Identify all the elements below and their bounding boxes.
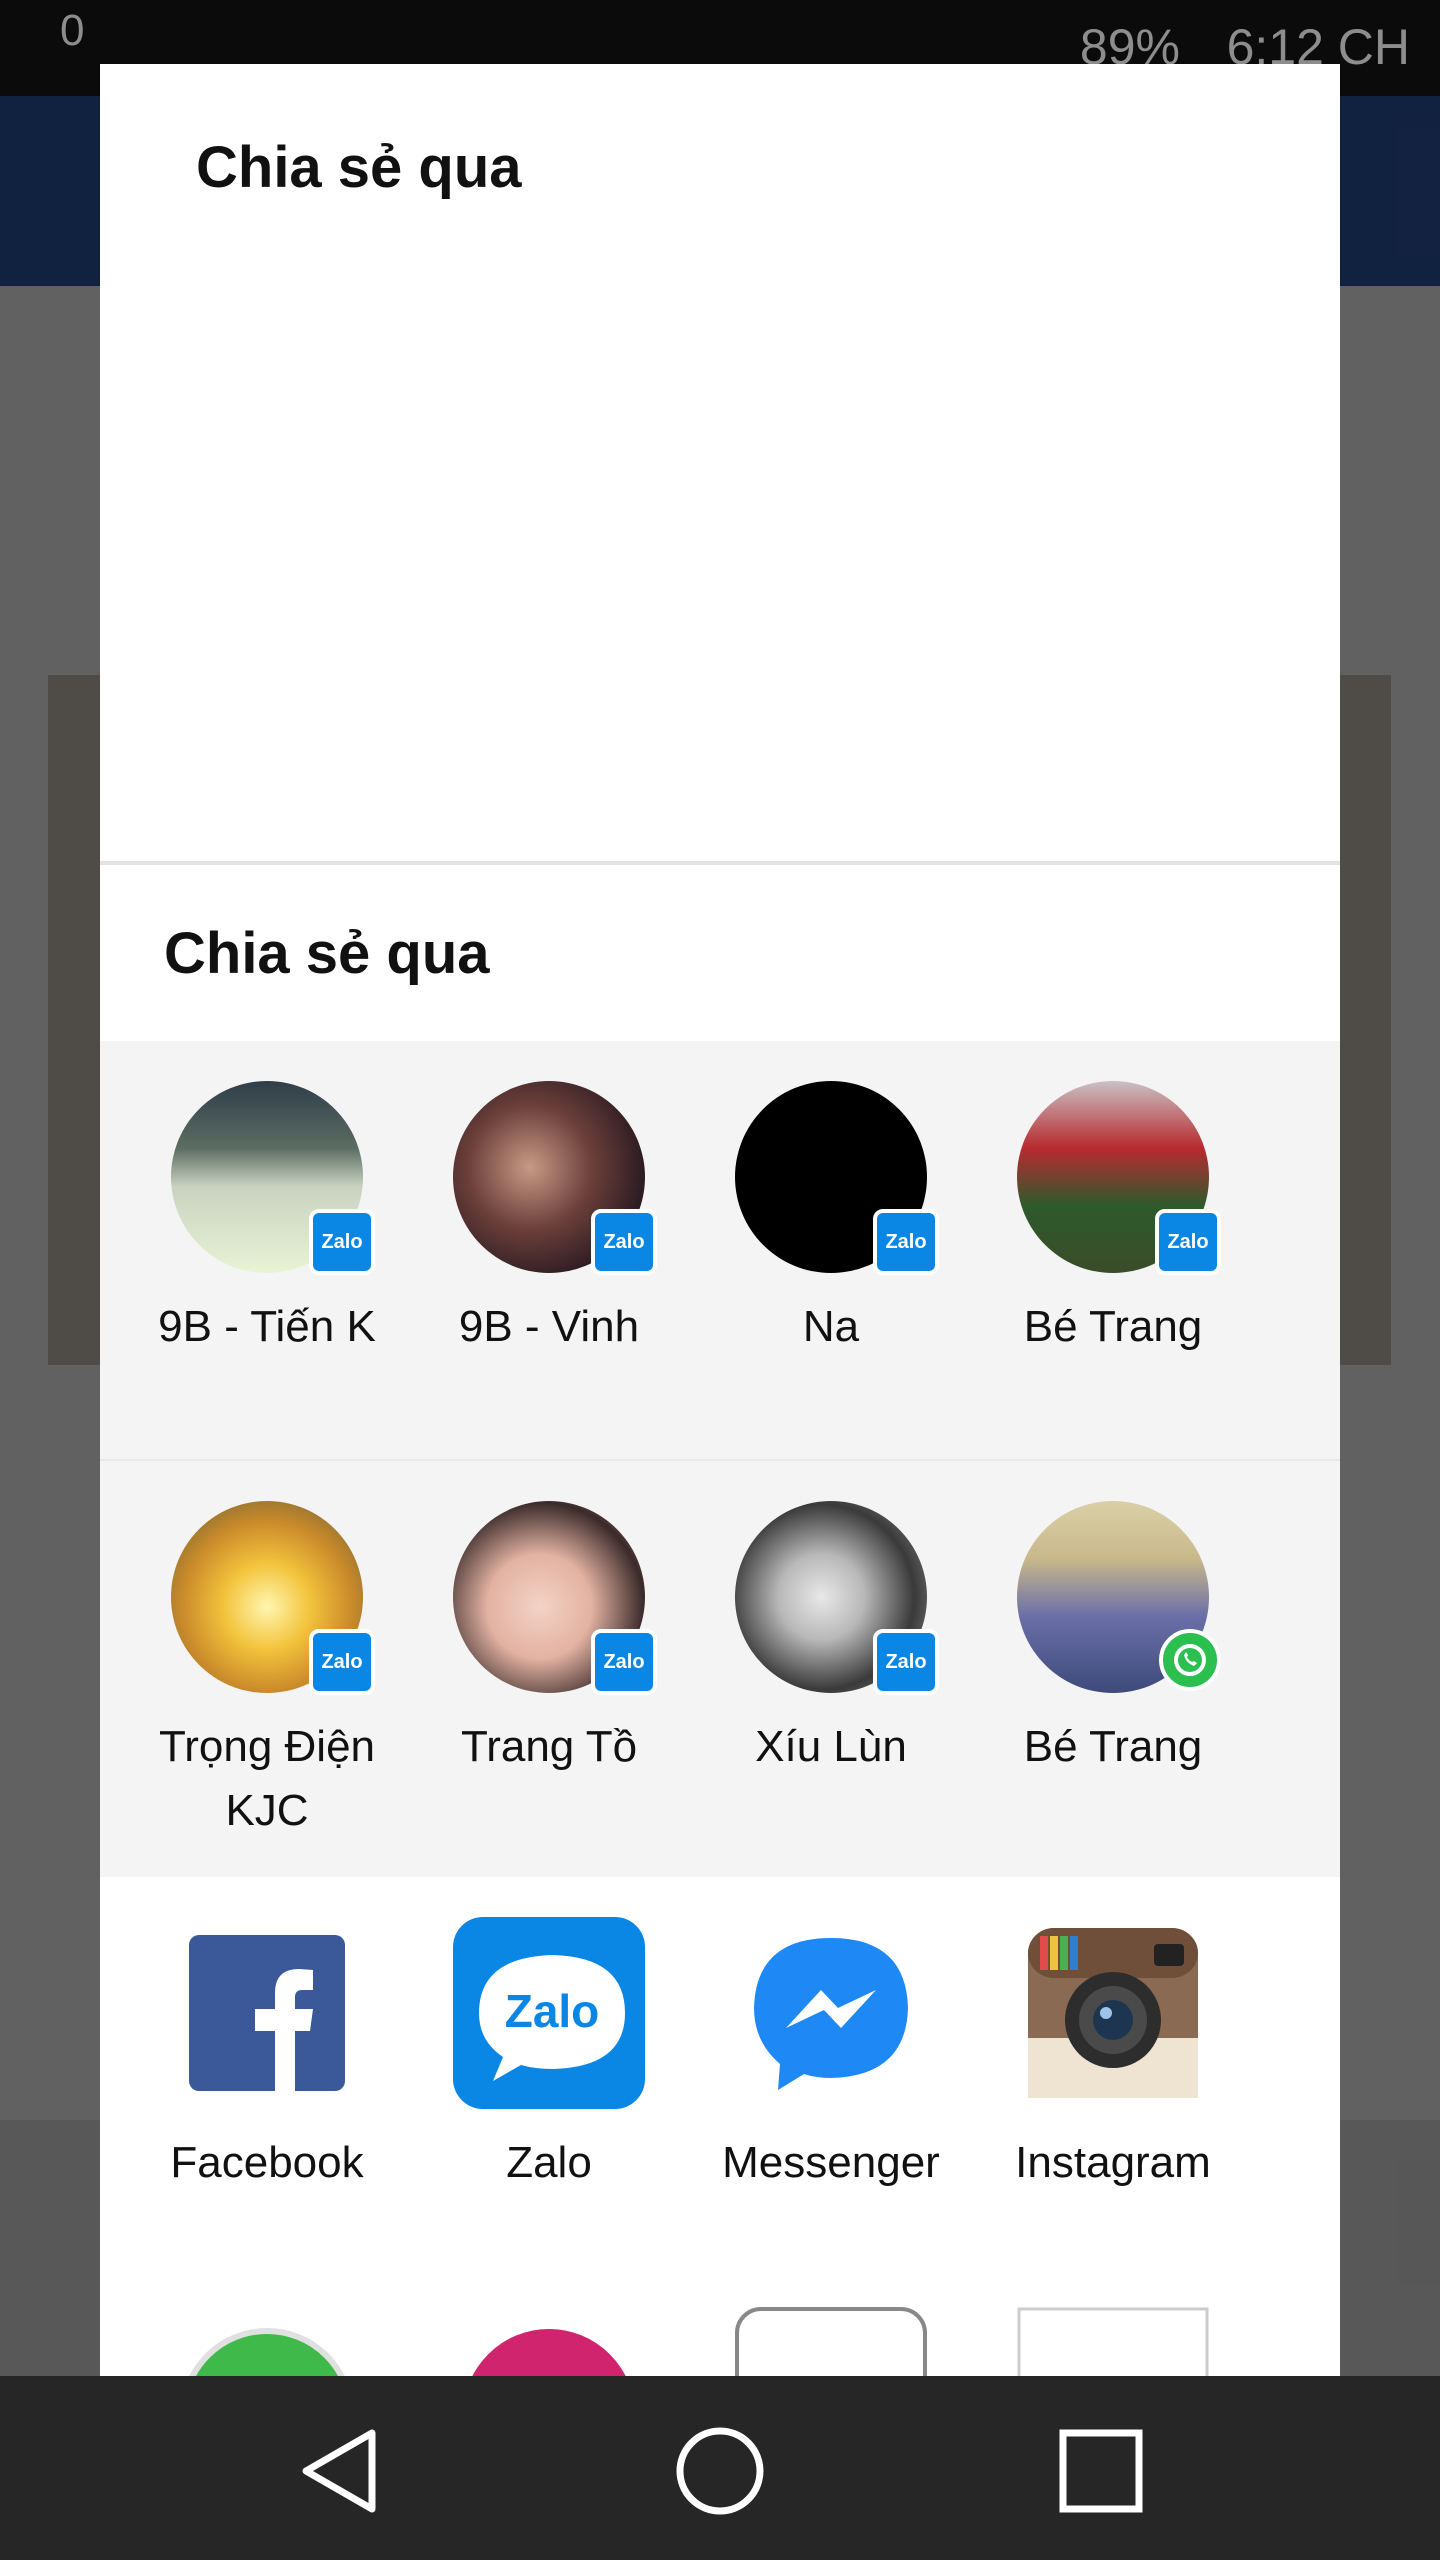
instagram-icon <box>1017 1917 1209 2109</box>
zalo-badge-icon: Zalo <box>1155 1209 1221 1275</box>
navigation-bar <box>0 2376 1440 2560</box>
contact-target[interactable]: Zalo Xíu Lùn <box>690 1501 972 1779</box>
app-label: Zalo <box>506 2138 592 2187</box>
contact-name: Trang Tồ <box>460 1722 638 1771</box>
contact-name: 9B - Vinh <box>458 1302 640 1351</box>
messenger-icon <box>735 1917 927 2109</box>
avatar: Zalo <box>453 1501 657 1695</box>
share-apps-row: Facebook Zalo Zalo Messenger Instagram <box>100 1877 1340 2237</box>
share-app-instagram[interactable]: Instagram <box>972 1917 1254 2195</box>
avatar <box>1017 1501 1221 1693</box>
status-indicator: 0 <box>60 6 85 55</box>
contact-name: Bé Trang <box>1023 1722 1203 1771</box>
contact-name: Trọng Điện KJC <box>158 1722 376 1835</box>
avatar: Zalo <box>735 1501 939 1695</box>
contact-name: Xíu Lùn <box>755 1722 907 1771</box>
home-icon[interactable] <box>665 2416 775 2526</box>
contact-target[interactable]: Zalo Trang Tồ <box>408 1501 690 1779</box>
facebook-icon <box>171 1917 363 2109</box>
app-label: Facebook <box>170 2138 364 2187</box>
share-app-zalo[interactable]: Zalo Zalo <box>408 1917 690 2195</box>
share-app-facebook[interactable]: Facebook <box>126 1917 408 2195</box>
avatar: Zalo <box>171 1501 375 1695</box>
back-icon[interactable] <box>285 2416 395 2526</box>
zalo-badge-icon: Zalo <box>591 1209 657 1275</box>
app-icon-partial[interactable] <box>171 2305 363 2376</box>
avatar: Zalo <box>171 1081 375 1275</box>
zalo-icon: Zalo <box>453 1917 645 2109</box>
contact-target[interactable]: Zalo Na <box>690 1081 972 1359</box>
zalo-badge-icon: Zalo <box>873 1629 939 1695</box>
share-dialog: Chia sẻ qua Chia sẻ qua Zalo 9B - Tiến K… <box>100 64 1340 2376</box>
zalo-badge-icon: Zalo <box>591 1629 657 1695</box>
recents-icon[interactable] <box>1046 2416 1156 2526</box>
contact-name: Bé Trang <box>1023 1302 1203 1351</box>
dialog-title: Chia sẻ qua <box>196 135 522 200</box>
contact-target[interactable]: Zalo 9B - Vinh <box>408 1081 690 1359</box>
share-sheet: Chia sẻ qua Zalo 9B - Tiến K Zalo 9B - V… <box>100 861 1340 2376</box>
avatar: Zalo <box>735 1081 939 1275</box>
contact-name: 9B - Tiến K <box>158 1302 376 1351</box>
contact-target[interactable]: Zalo 9B - Tiến K <box>126 1081 408 1359</box>
zalo-badge-icon: Zalo <box>309 1629 375 1695</box>
contact-target[interactable]: Zalo Bé Trang <box>972 1081 1254 1359</box>
app-icon-partial[interactable] <box>1017 2305 1209 2376</box>
contacts-row-2: Zalo Trọng Điện KJC Zalo Trang Tồ Zalo X… <box>100 1459 1340 1877</box>
app-icon-partial[interactable] <box>453 2305 645 2376</box>
zalo-badge-icon: Zalo <box>309 1209 375 1275</box>
share-sheet-title: Chia sẻ qua <box>164 921 490 986</box>
app-label: Instagram <box>1015 2138 1211 2187</box>
share-app-messenger[interactable]: Messenger <box>690 1917 972 2195</box>
direct-share-contacts: Zalo 9B - Tiến K Zalo 9B - Vinh Zalo Na … <box>100 1041 1340 1877</box>
avatar: Zalo <box>453 1081 657 1275</box>
app-label: Messenger <box>722 2138 940 2187</box>
contact-target[interactable]: Bé Trang <box>972 1501 1254 1779</box>
zalo-logo-text: Zalo <box>505 1985 600 2037</box>
contacts-row-1: Zalo 9B - Tiến K Zalo 9B - Vinh Zalo Na … <box>100 1041 1340 1459</box>
whatsapp-icon <box>1159 1629 1221 1691</box>
contact-name: Na <box>802 1302 860 1351</box>
avatar: Zalo <box>1017 1081 1221 1275</box>
app-icon-partial[interactable] <box>735 2305 927 2376</box>
share-apps-row-partial <box>100 2305 1340 2376</box>
contact-target[interactable]: Zalo Trọng Điện KJC <box>126 1501 408 1843</box>
zalo-badge-icon: Zalo <box>873 1209 939 1275</box>
